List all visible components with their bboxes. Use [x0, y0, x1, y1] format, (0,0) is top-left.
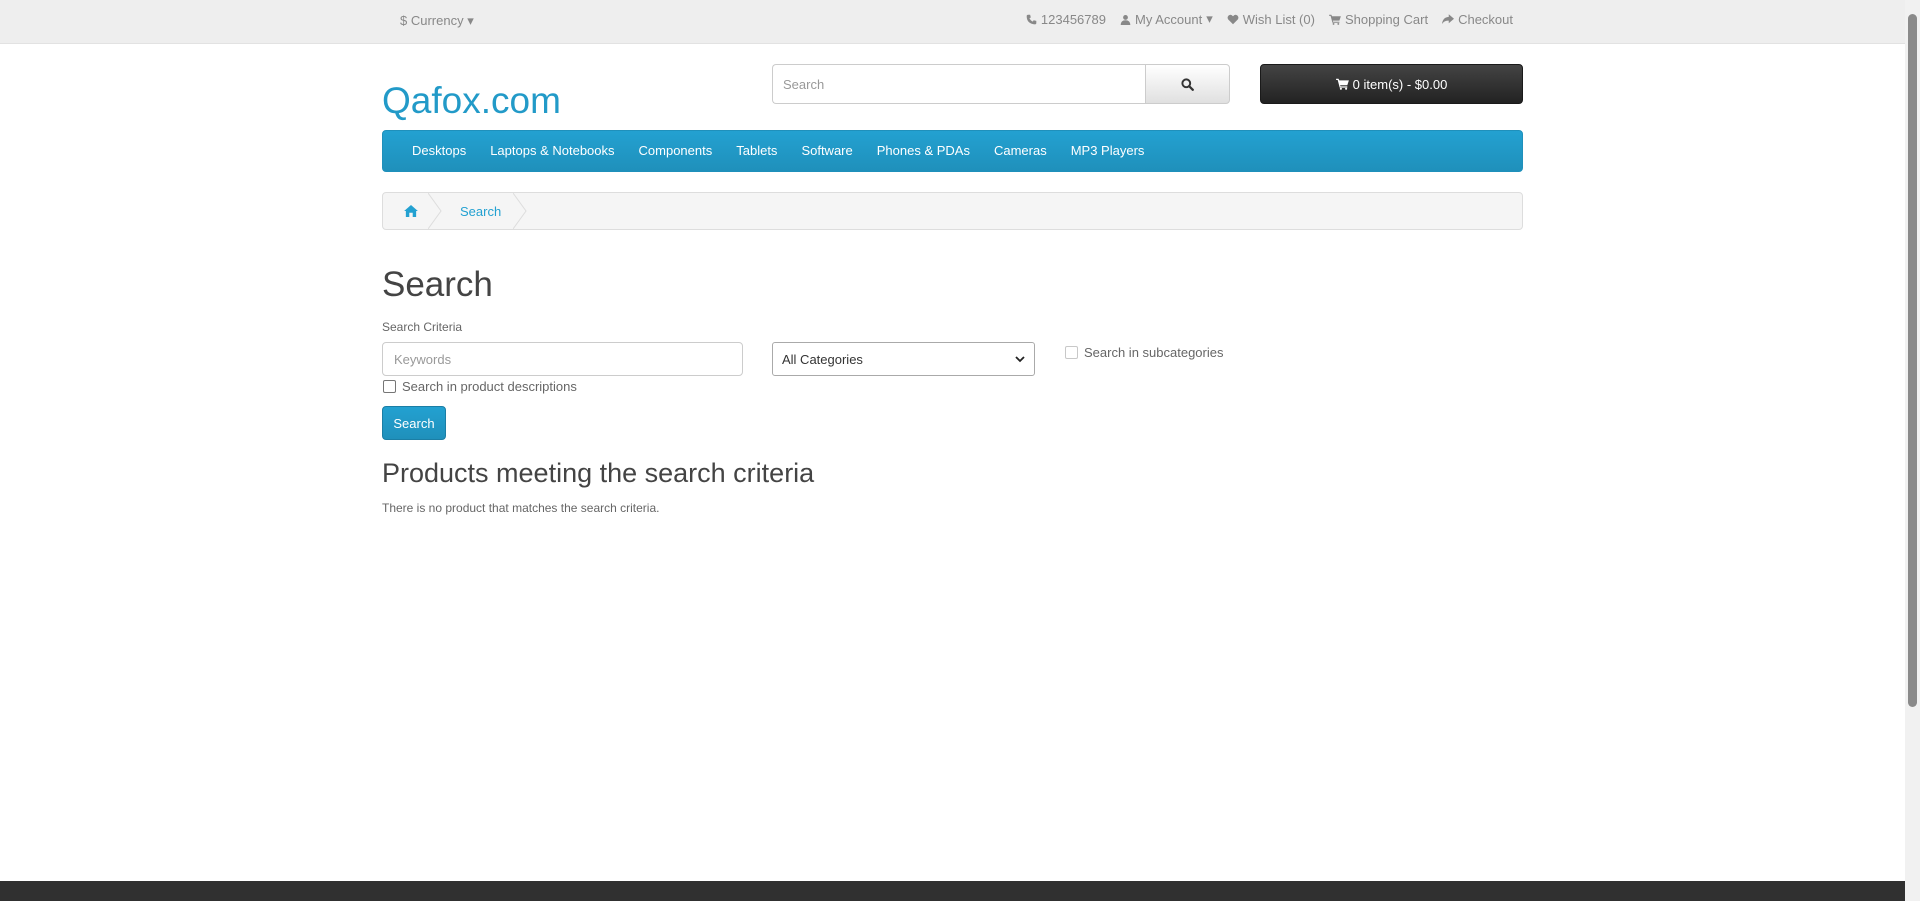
menu-item-mp3-players[interactable]: MP3 Players: [1059, 130, 1157, 172]
shopping-cart-label: Shopping Cart: [1344, 11, 1429, 27]
breadcrumb-home[interactable]: [404, 193, 418, 229]
checkout-label: Checkout: [1458, 11, 1513, 27]
caret-down-icon: ▾: [1206, 11, 1213, 26]
wishlist-label: Wish List (0): [1242, 11, 1315, 27]
breadcrumb-separator: [428, 193, 442, 229]
descriptions-label: Search in product descriptions: [402, 379, 577, 394]
subcategories-option: Search in subcategories: [1065, 345, 1223, 360]
search-icon: [1181, 77, 1194, 91]
scrollbar-thumb[interactable]: [1908, 14, 1917, 707]
phone-link[interactable]: 123456789: [1026, 11, 1106, 27]
breadcrumb-separator: [513, 193, 527, 229]
top-links: 123456789 My Account ▾ Wish List (0) Sho…: [1026, 11, 1513, 27]
menu-item-tablets[interactable]: Tablets: [724, 130, 789, 172]
currency-label: Currency: [410, 13, 464, 28]
dollar-symbol: $: [400, 13, 408, 28]
results-heading: Products meeting the search criteria: [382, 458, 815, 488]
header-search: [772, 64, 1230, 104]
phone-icon: [1026, 14, 1037, 24]
home-icon: [404, 205, 418, 217]
chevron-down-icon: [1015, 355, 1025, 362]
page-title: Search: [382, 265, 493, 304]
subcategories-label: Search in subcategories: [1084, 345, 1224, 360]
shopping-cart-icon: [1329, 14, 1341, 25]
menu-item-software[interactable]: Software: [789, 130, 864, 172]
descriptions-checkbox[interactable]: [383, 380, 396, 393]
user-icon: [1120, 14, 1131, 25]
menu-item-phones-pdas[interactable]: Phones & PDAs: [865, 130, 982, 172]
currency-dropdown[interactable]: $ Currency ▾: [400, 13, 474, 29]
main-menu: Desktops Laptops & Notebooks Components …: [382, 130, 1523, 172]
no-results-message: There is no product that matches the sea…: [382, 501, 660, 515]
menu-item-laptops-notebooks[interactable]: Laptops & Notebooks: [478, 130, 626, 172]
my-account-label: My Account: [1134, 11, 1203, 27]
breadcrumb: Search: [382, 192, 1523, 230]
category-select[interactable]: All Categories: [772, 342, 1035, 376]
footer: [0, 881, 1905, 901]
shopping-cart-link[interactable]: Shopping Cart: [1329, 11, 1428, 27]
search-criteria-label: Search Criteria: [382, 320, 463, 334]
menu-item-cameras[interactable]: Cameras: [982, 130, 1059, 172]
site-logo[interactable]: Qafox.com: [382, 80, 561, 122]
descriptions-option: Search in product descriptions: [383, 379, 577, 394]
phone-label: 123456789: [1040, 11, 1106, 27]
checkout-link[interactable]: Checkout: [1442, 11, 1513, 27]
subcategories-checkbox[interactable]: [1065, 346, 1078, 359]
my-account-dropdown[interactable]: My Account ▾: [1120, 11, 1213, 27]
wishlist-link[interactable]: Wish List (0): [1227, 11, 1315, 27]
breadcrumb-current[interactable]: Search: [460, 193, 501, 229]
shopping-cart-icon: [1335, 78, 1349, 90]
menu-item-components[interactable]: Components: [627, 130, 725, 172]
share-icon: [1442, 13, 1455, 24]
heart-icon: [1227, 14, 1239, 24]
cart-button[interactable]: 0 item(s) - $0.00: [1260, 64, 1523, 104]
keywords-input[interactable]: [382, 342, 743, 376]
caret-down-icon: ▾: [467, 13, 474, 28]
search-submit-button[interactable]: Search: [382, 406, 446, 440]
menu-item-desktops[interactable]: Desktops: [400, 130, 478, 172]
category-selected: All Categories: [782, 351, 863, 367]
top-bar: $ Currency ▾ 123456789 My Account ▾ Wish…: [0, 0, 1905, 44]
scrollbar[interactable]: [1905, 0, 1920, 901]
search-button[interactable]: [1145, 64, 1230, 104]
cart-total: 0 item(s) - $0.00: [1352, 76, 1448, 92]
search-input[interactable]: [772, 64, 1145, 104]
